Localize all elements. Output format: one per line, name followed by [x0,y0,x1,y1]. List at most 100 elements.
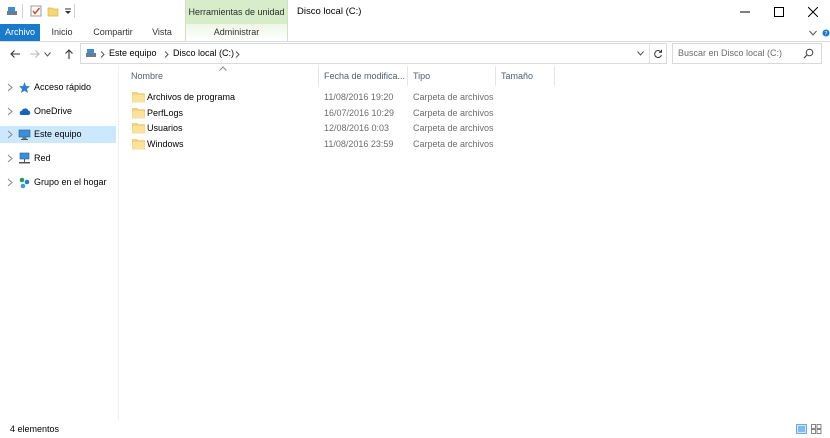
breadcrumb-disco-local[interactable]: Disco local (C:) [173,44,234,63]
tab-compartir[interactable]: Compartir [88,24,138,41]
large-icons-view-button[interactable] [811,424,822,434]
drive-properties-icon[interactable] [6,5,18,17]
folder-icon [132,107,145,119]
status-bar: 4 elementos [0,420,830,438]
file-type: Carpeta de archivos [413,108,494,118]
file-name: Windows [147,139,184,149]
svg-text:?: ? [824,30,827,37]
help-icon: ? [822,29,830,37]
nav-item-label: Grupo en el hogar [34,177,107,187]
expand-ribbon-button[interactable] [807,27,819,39]
tab-vista[interactable]: Vista [146,24,178,41]
file-type: Carpeta de archivos [413,139,494,149]
arrow-up-icon [65,49,73,59]
window-title: Disco local (C:) [297,6,362,17]
breadcrumb-separator-icon[interactable] [164,50,169,60]
tab-archivo[interactable]: Archivo [0,24,40,41]
search-input[interactable] [678,46,798,60]
navigation-pane: Acceso rápido OneDrive Este equipo Red G… [0,66,118,420]
breadcrumb-separator-icon[interactable] [235,50,240,60]
context-tab-header: Herramientas de unidad [185,0,288,24]
folder-icon [132,91,145,103]
details-view-button[interactable] [796,424,807,434]
large-icons-view-icon [811,424,822,434]
file-date: 11/08/2016 23:59 [324,139,394,149]
customize-qat-icon[interactable] [62,5,74,17]
nav-item-red[interactable]: Red [0,150,116,167]
nav-item-onedrive[interactable]: OneDrive [0,103,116,120]
chevron-down-icon [809,30,817,36]
details-view-icon [796,424,807,434]
file-name: Archivos de programa [147,92,236,102]
properties-check-icon[interactable] [30,5,42,17]
nav-item-grupo-hogar[interactable]: Grupo en el hogar [0,174,116,191]
column-header-tipo[interactable]: Tipo [409,66,496,86]
file-row[interactable]: Usuarios 12/08/2016 0:03 Carpeta de arch… [127,121,507,136]
breadcrumb-este-equipo[interactable]: Este equipo [109,44,157,63]
file-name: Usuarios [147,123,183,133]
qat-divider [74,4,75,18]
nav-item-acceso-rapido[interactable]: Acceso rápido [0,79,116,96]
context-tab-header-label: Herramientas de unidad [188,7,285,17]
chevron-right-icon[interactable] [6,178,14,187]
new-folder-icon[interactable] [47,5,59,17]
nav-item-label: Este equipo [34,129,82,139]
drive-icon [85,47,97,59]
computer-icon [18,128,31,141]
recent-locations-button[interactable] [42,45,52,63]
tab-administrar[interactable]: Administrar [185,24,288,41]
arrow-right-icon [30,50,40,58]
chevron-down-icon [43,51,51,57]
chevron-down-icon [636,51,644,56]
folder-icon [132,122,145,134]
maximize-icon [774,7,784,17]
file-row[interactable]: PerfLogs 16/07/2016 10:29 Carpeta de arc… [127,106,507,121]
minimize-button[interactable] [728,0,762,24]
chevron-right-icon[interactable] [6,107,14,116]
chevron-right-icon[interactable] [6,154,14,163]
close-icon [808,7,818,17]
file-name: PerfLogs [147,108,184,118]
ribbon-tabs: Archivo Inicio Compartir Vista [0,24,830,42]
minimize-icon [740,11,750,13]
item-count: 4 elementos [10,424,60,434]
file-date: 12/08/2016 0:03 [324,123,390,133]
network-icon [18,152,31,165]
help-button[interactable]: ? [822,27,830,39]
search-icon[interactable] [803,48,814,61]
chevron-right-icon[interactable] [6,83,14,92]
column-header-nombre[interactable]: Nombre [127,66,319,86]
title-bar: Herramientas de unidad Disco local (C:) [0,0,830,24]
arrow-left-icon [10,50,20,58]
maximize-button[interactable] [762,0,796,24]
star-icon [18,81,31,94]
cloud-icon [18,105,31,118]
address-history-button[interactable] [633,44,647,63]
file-type: Carpeta de archivos [413,92,494,102]
search-box[interactable] [672,43,822,64]
back-button[interactable] [6,45,24,63]
up-button[interactable] [60,45,78,63]
column-header-tamano[interactable]: Tamaño [497,66,555,86]
qat-divider [22,4,23,18]
file-row[interactable]: Windows 11/08/2016 23:59 Carpeta de arch… [127,137,507,152]
chevron-right-icon[interactable] [6,130,14,139]
address-bar[interactable]: Este equipo Disco local (C:) [80,43,667,64]
nav-item-este-equipo[interactable]: Este equipo [0,126,116,143]
close-button[interactable] [796,0,830,24]
homegroup-icon [18,176,31,189]
pane-divider[interactable] [118,66,119,420]
refresh-icon [654,49,662,58]
tab-inicio[interactable]: Inicio [46,24,78,41]
nav-item-label: Acceso rápido [34,82,92,92]
column-header-fecha[interactable]: Fecha de modifica... [320,66,408,86]
file-date: 11/08/2016 19:20 [324,92,394,102]
file-row[interactable]: Archivos de programa 11/08/2016 19:20 Ca… [127,90,507,105]
file-date: 16/07/2016 10:29 [324,108,395,118]
nav-item-label: Red [34,153,51,163]
refresh-button[interactable] [649,44,666,63]
folder-icon [132,138,145,150]
breadcrumb-separator-icon[interactable] [100,50,105,60]
tab-administrar-label: Administrar [213,27,260,37]
nav-item-label: OneDrive [34,106,73,116]
